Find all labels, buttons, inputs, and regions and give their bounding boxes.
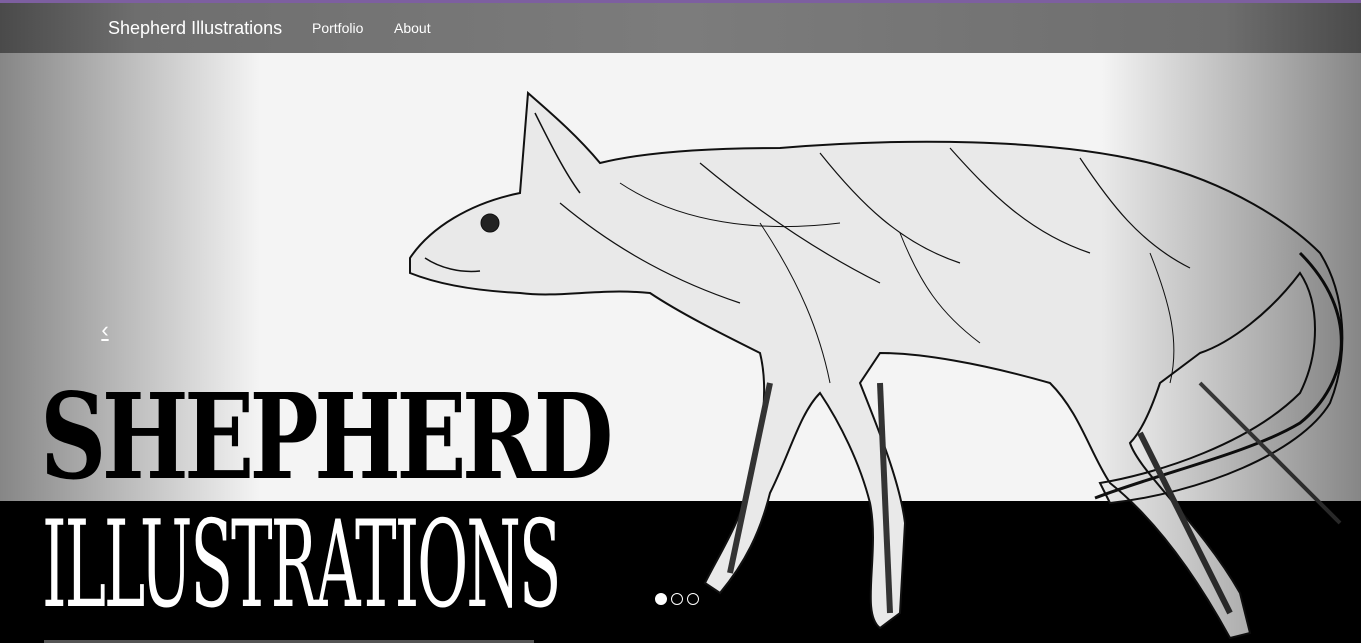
- top-accent-line: [0, 0, 1361, 3]
- carousel-indicator-2[interactable]: [671, 593, 683, 605]
- carousel-indicator-3[interactable]: [687, 593, 699, 605]
- slide-title: SHEPHERD ILLUSTRATIONS: [40, 378, 613, 643]
- brand-link[interactable]: Shepherd Illustrations: [108, 18, 282, 39]
- hero-carousel: ‹ SHEPHERD ILLUSTRATIONS: [0, 53, 1361, 643]
- nav-about-link[interactable]: About: [394, 20, 431, 36]
- carousel-indicators: [655, 593, 699, 605]
- chevron-left-icon: ‹: [101, 317, 109, 342]
- navbar: Shepherd Illustrations Portfolio About: [0, 3, 1361, 53]
- slide-title-line2: ILLUSTRATIONS: [42, 496, 562, 635]
- carousel-prev-button[interactable]: ‹: [90, 315, 120, 345]
- slide-title-line1: SHEPHERD: [40, 367, 613, 506]
- carousel-right-shade: [1101, 53, 1361, 643]
- carousel-indicator-1[interactable]: [655, 593, 667, 605]
- nav-portfolio-link[interactable]: Portfolio: [312, 20, 363, 36]
